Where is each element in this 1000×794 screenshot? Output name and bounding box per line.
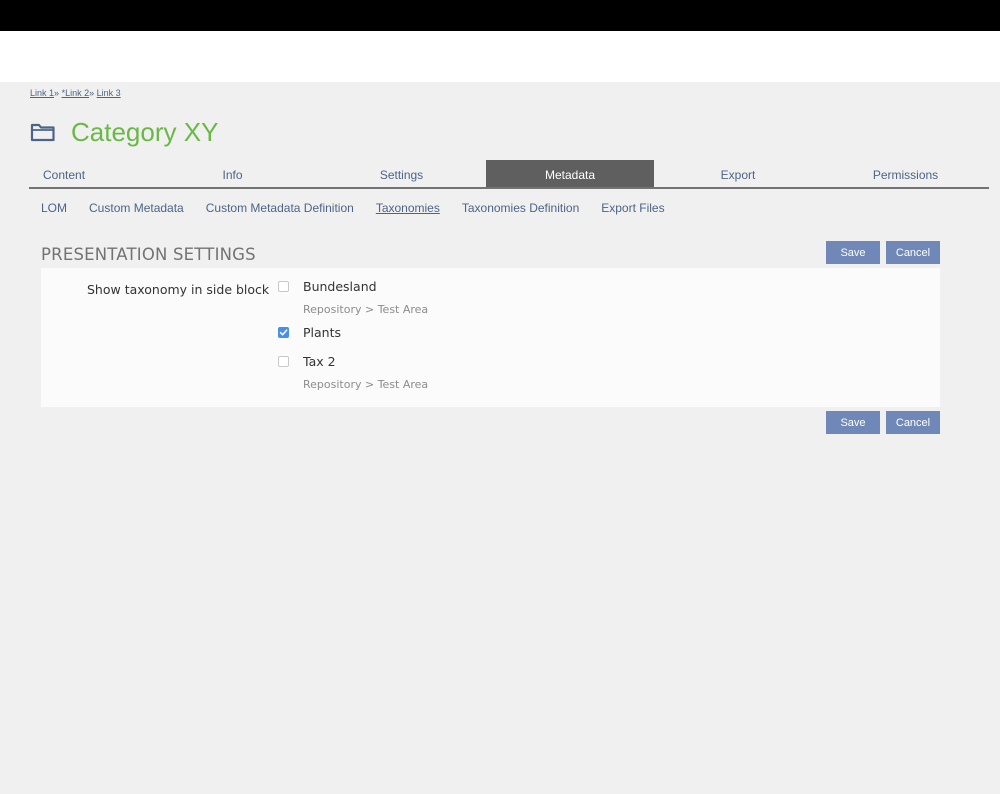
option-path: Repository > Test Area [303, 378, 429, 391]
option-label: Bundesland [303, 279, 377, 294]
cancel-button-bottom[interactable]: Cancel [886, 411, 940, 434]
option-tax-2: Tax 2 [278, 354, 336, 369]
top-bar [0, 0, 1000, 31]
content-area: Link 1» *Link 2» Link 3 Category XY Cont… [0, 82, 1000, 794]
option-label: Plants [303, 325, 342, 340]
tab-export[interactable]: Export [654, 160, 822, 187]
form-label: Show taxonomy in side block [87, 282, 270, 297]
breadcrumb: Link 1» *Link 2» Link 3 [30, 88, 121, 98]
option-plants: Plants [278, 325, 341, 340]
subtab-taxonomies-definition[interactable]: Taxonomies Definition [462, 201, 579, 215]
section-title: PRESENTATION SETTINGS [41, 245, 256, 264]
cancel-button[interactable]: Cancel [886, 241, 940, 264]
tab-permissions[interactable]: Permissions [822, 160, 989, 187]
tab-content[interactable]: Content [29, 160, 148, 187]
checkbox-plants[interactable] [278, 327, 289, 338]
breadcrumb-link-3[interactable]: Link 3 [97, 88, 121, 98]
form-panel: Show taxonomy in side block Bundesland R… [41, 268, 940, 407]
subtab-taxonomies[interactable]: Taxonomies [376, 201, 440, 215]
tab-metadata[interactable]: Metadata [486, 160, 654, 187]
option-label: Tax 2 [303, 354, 336, 369]
checkbox-bundesland[interactable] [278, 281, 289, 292]
breadcrumb-link-1[interactable]: Link 1 [30, 88, 54, 98]
page-title: Category XY [71, 116, 219, 147]
folder-icon [30, 122, 56, 142]
option-path: Repository > Test Area [303, 303, 429, 316]
page-header: Category XY [30, 116, 218, 148]
check-icon [279, 329, 288, 336]
subtab-bar: LOM Custom Metadata Custom Metadata Defi… [41, 201, 687, 215]
subtab-lom[interactable]: LOM [41, 201, 67, 215]
breadcrumb-separator: » [89, 88, 95, 98]
tab-settings[interactable]: Settings [317, 160, 486, 187]
save-button[interactable]: Save [826, 241, 880, 264]
breadcrumb-separator: » [54, 88, 60, 98]
subtab-export-files[interactable]: Export Files [601, 201, 664, 215]
save-button-bottom[interactable]: Save [826, 411, 880, 434]
breadcrumb-link-2[interactable]: *Link 2 [62, 88, 90, 98]
option-bundesland: Bundesland [278, 279, 377, 294]
subtab-custom-metadata-definition[interactable]: Custom Metadata Definition [206, 201, 354, 215]
subtab-custom-metadata[interactable]: Custom Metadata [89, 201, 184, 215]
tab-info[interactable]: Info [148, 160, 317, 187]
checkbox-tax-2[interactable] [278, 356, 289, 367]
tab-bar: Content Info Settings Metadata Export Pe… [29, 160, 989, 189]
